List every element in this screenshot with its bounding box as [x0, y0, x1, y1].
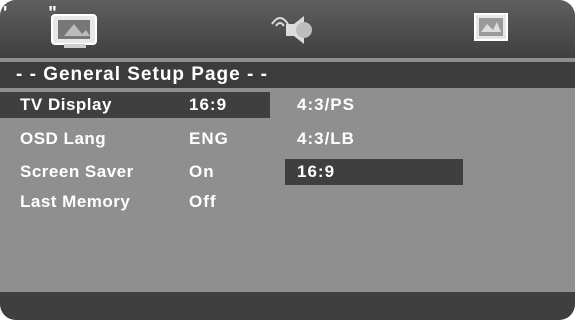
menu-item-osd-lang[interactable]: OSD Lang ENG	[0, 126, 280, 152]
page-title: - - General Setup Page - -	[0, 62, 575, 88]
menu-item-label: Last Memory	[20, 192, 131, 211]
status-bar	[0, 292, 575, 320]
menu-item-value: ENG	[189, 129, 229, 148]
menu-item-value: Off	[189, 192, 217, 211]
menu-item-label: OSD Lang	[20, 129, 107, 148]
audio-speaker-icon[interactable]	[270, 12, 314, 48]
video-preferences-icon[interactable]	[473, 12, 511, 46]
option-label: 16:9	[297, 162, 336, 181]
general-setup-tv-icon[interactable]	[50, 12, 104, 50]
option-16-9[interactable]: 16:9	[285, 159, 463, 185]
menu-item-screen-saver[interactable]: Screen Saver On	[0, 159, 280, 185]
option-label: 4:3/PS	[297, 95, 355, 114]
menu-item-value: On	[189, 162, 215, 181]
menu-item-value: 16:9	[189, 95, 228, 114]
menu-item-last-memory[interactable]: Last Memory Off	[0, 189, 280, 215]
option-4-3-ps[interactable]: 4:3/PS	[285, 92, 463, 118]
tab-bar: ' "	[0, 0, 575, 58]
menu-item-tv-display[interactable]: TV Display 16:9	[0, 92, 270, 118]
menu-item-label: TV Display	[20, 95, 112, 114]
option-4-3-lb[interactable]: 4:3/LB	[285, 126, 463, 152]
menu-item-label: Screen Saver	[20, 162, 134, 181]
option-label: 4:3/LB	[297, 129, 355, 148]
dvd-setup-menu: ' " - - General Setup Page - - TV Displa…	[0, 0, 575, 320]
